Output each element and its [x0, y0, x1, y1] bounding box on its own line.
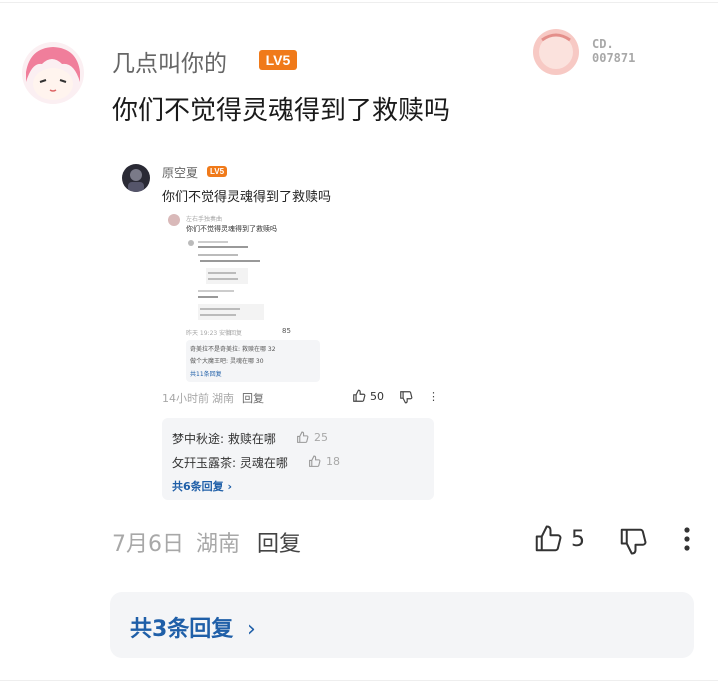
- embedded-text: 你们不觉得灵魂得到了救赎吗: [162, 190, 332, 205]
- user-avatar[interactable]: [22, 42, 84, 104]
- chevron-right-icon: ›: [246, 617, 256, 642]
- embedded-reply-1-likes: 25: [314, 431, 328, 444]
- thumbs-down-icon[interactable]: [618, 526, 648, 556]
- attached-image[interactable]: 原空夏 LV5 你们不觉得灵魂得到了救赎吗 左右手独奏曲 你们不觉得灵魂得到了救…: [112, 146, 442, 504]
- thumbs-up-icon[interactable]: [533, 524, 563, 554]
- embedded-thumbs-down-icon: [399, 390, 413, 404]
- embedded-like-count: 50: [370, 390, 384, 403]
- reply-button[interactable]: 回复: [257, 526, 301, 558]
- embedded-reply-2-like-icon: [308, 455, 321, 468]
- embedded-more-icon: ⋮: [428, 390, 439, 403]
- comment-date: 7月6日: [112, 532, 184, 557]
- comment-location: 湖南: [196, 532, 241, 557]
- comment-text: 你们不觉得灵魂得到了救赎吗: [112, 96, 451, 126]
- embedded-avatar: [122, 164, 150, 192]
- embedded-level-badge: LV5: [207, 166, 227, 177]
- like-count: 5: [571, 527, 585, 552]
- level-badge: LV5: [259, 50, 297, 70]
- decoration-text: CD. 007871: [592, 37, 636, 65]
- embedded-reply-label: 回复: [242, 392, 264, 405]
- nested-like-count: 85: [282, 327, 291, 335]
- avatar-image: [22, 42, 84, 104]
- nested-reply-2: 做个大魔王吧: 灵魂在哪 30: [190, 358, 264, 365]
- embedded-reply-1: 梦中秋途: 救赎在哪: [172, 432, 276, 446]
- replies-panel[interactable]: 共3条回复 ›: [110, 592, 694, 658]
- embedded-reply-box: 梦中秋途: 救赎在哪 25 攵幵玉露茶: 灵魂在哪 18 共6条回复 ›: [162, 418, 434, 500]
- decoration-avatar-icon: [532, 28, 580, 76]
- nested-reply-1: 奇美拉不是奇美拉: 救赎在哪 32: [190, 346, 276, 353]
- embedded-thumbs-up-icon: [352, 389, 366, 403]
- nested-time: 昨天 19:23 安徽: [186, 330, 232, 337]
- embedded-reply-2-likes: 18: [326, 455, 340, 468]
- comment-username[interactable]: 几点叫你的: [112, 44, 227, 78]
- embedded-replies-link: 共6条回复 ›: [172, 480, 233, 493]
- nested-reply-label: 回复: [230, 330, 243, 337]
- nested-avatar: [168, 214, 180, 226]
- embedded-location: 湖南: [212, 392, 234, 405]
- more-options-icon[interactable]: [680, 524, 694, 554]
- nested-text: 你们不觉得灵魂得到了救赎吗: [186, 225, 277, 233]
- embedded-username: 原空夏: [162, 166, 199, 180]
- bottom-divider: [0, 680, 718, 681]
- nested-replies-link: 共11条回复: [190, 371, 222, 378]
- deep-nested-screenshot: [188, 238, 268, 324]
- embedded-reply-2: 攵幵玉露茶: 灵魂在哪: [172, 456, 288, 470]
- embedded-time: 14小时前: [162, 392, 209, 405]
- nested-reply-box: 奇美拉不是奇美拉: 救赎在哪 32 做个大魔王吧: 灵魂在哪 30 共11条回复: [186, 340, 320, 382]
- top-divider: [0, 2, 718, 3]
- nested-username: 左右手独奏曲: [186, 216, 223, 223]
- view-replies-link[interactable]: 共3条回复 ›: [130, 611, 256, 643]
- embedded-reply-1-like-icon: [296, 431, 309, 444]
